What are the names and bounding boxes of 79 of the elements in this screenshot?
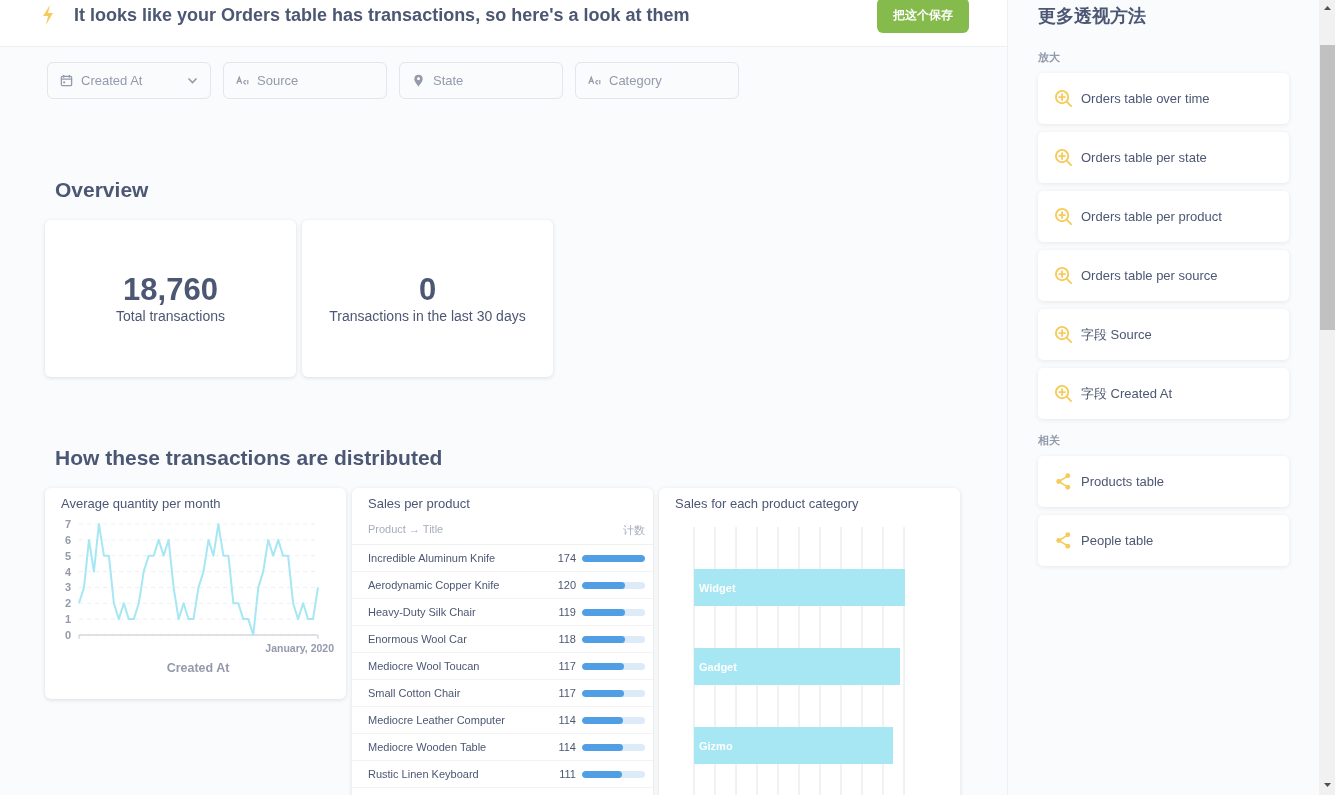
item-label: People table xyxy=(1081,533,1154,548)
text-type-icon xyxy=(588,74,601,87)
stat-value: 0 xyxy=(418,273,437,308)
item-label: Orders table per product xyxy=(1081,209,1222,224)
table-cell-text: 114 xyxy=(557,714,576,726)
page-title: It looks like your Orders table has transactions, so here's a look at them xyxy=(74,4,691,26)
filter-label: Source xyxy=(257,73,300,88)
table-cell-text: Mediocre Wool Toucan xyxy=(368,660,481,672)
suggestion-item[interactable]: Orders table per state xyxy=(1038,132,1289,183)
chart-title: Sales for each product category xyxy=(674,495,860,513)
item-label: Orders table per source xyxy=(1081,268,1218,283)
item-label: 字段 Source xyxy=(1081,325,1152,344)
table-cell-text: 118 xyxy=(557,633,576,645)
axis-tick-label: 4 xyxy=(64,565,71,578)
bar-label: Gadget xyxy=(699,661,737,673)
item-label: Orders table over time xyxy=(1081,91,1210,106)
zoom-in-icon xyxy=(1054,207,1073,226)
suggestion-item[interactable]: Products table xyxy=(1038,456,1289,507)
axis-title: Created At xyxy=(166,661,230,675)
section-heading: How these transactions are distributed xyxy=(54,445,444,471)
suggestion-item[interactable]: Orders table per product xyxy=(1038,191,1289,242)
suggestion-item[interactable]: People table xyxy=(1038,515,1289,566)
chart-title: Sales per product xyxy=(367,495,471,513)
share-icon xyxy=(1054,531,1073,550)
suggestion-item[interactable]: Orders table over time xyxy=(1038,73,1289,124)
zoom-in-icon xyxy=(1054,148,1073,167)
item-label: 字段 Created At xyxy=(1081,384,1173,403)
chevron-down-icon xyxy=(187,75,198,86)
suggestion-item[interactable]: 字段 Source xyxy=(1038,309,1289,360)
location-pin-icon xyxy=(412,74,425,87)
share-icon xyxy=(1054,472,1073,491)
table-cell-text: Aerodynamic Copper Knife xyxy=(368,579,501,591)
table-cell-text: 117 xyxy=(557,660,576,672)
filter-label: Created At xyxy=(81,73,144,88)
section-label: 放大 xyxy=(1038,50,1061,65)
zoom-in-icon xyxy=(1054,384,1073,403)
table-cell-text: 120 xyxy=(556,579,576,591)
axis-tick-label: 2 xyxy=(64,597,71,610)
calendar-icon xyxy=(60,74,73,87)
suggestion-item[interactable]: 字段 Created At xyxy=(1038,368,1289,419)
chart-title: Average quantity per month xyxy=(60,495,222,513)
axis-tick-label: 7 xyxy=(64,518,71,530)
scrollbar[interactable] xyxy=(1319,0,1335,795)
zoom-in-icon xyxy=(1054,266,1073,285)
lightning-icon xyxy=(40,4,56,26)
zoom-in-icon xyxy=(1054,325,1073,344)
axis-end-label: January, 2020 xyxy=(265,642,334,654)
axis-tick-label: 6 xyxy=(64,533,71,546)
filter-label: Category xyxy=(609,73,663,88)
bar-label: Widget xyxy=(699,582,736,594)
item-label: Orders table per state xyxy=(1081,150,1207,165)
table-cell-text: Heavy-Duty Silk Chair xyxy=(368,606,477,618)
suggestion-item[interactable]: Orders table per source xyxy=(1038,250,1289,301)
table-cell-text: Mediocre Leather Computer xyxy=(368,714,506,726)
table-cell-text: Small Cotton Chair xyxy=(368,687,462,699)
bar-label: Gizmo xyxy=(699,740,733,752)
zoom-in-icon xyxy=(1054,89,1073,108)
table-cell-text: Incredible Aluminum Knife xyxy=(368,552,497,564)
table-cell-text: Enormous Wool Car xyxy=(368,633,468,645)
table-cell-text: Mediocre Wooden Table xyxy=(368,741,488,753)
text-type-icon xyxy=(236,74,249,87)
axis-tick-label: 5 xyxy=(64,549,71,562)
sidebar-title: 更多透视方法 xyxy=(1038,5,1147,28)
table-cell-text: Rustic Linen Keyboard xyxy=(368,768,480,780)
table-cell-text: 111 xyxy=(558,768,576,780)
table-cell-text: 174 xyxy=(556,552,576,564)
axis-tick-label: 1 xyxy=(64,613,71,626)
table-cell-text: 117 xyxy=(557,687,576,699)
section-heading: Overview xyxy=(54,177,150,203)
axis-tick-label: 0 xyxy=(64,629,71,641)
table-cell-text: 114 xyxy=(557,741,576,753)
stat-value: 18,760 xyxy=(123,273,218,308)
stat-label: Total transactions xyxy=(116,307,225,324)
section-label: 相关 xyxy=(1038,433,1061,448)
table-cell-text: 119 xyxy=(557,606,576,618)
stat-label: Transactions in the last 30 days xyxy=(329,307,526,324)
item-label: Products table xyxy=(1081,474,1165,489)
filter-label: State xyxy=(433,73,465,88)
axis-tick-label: 3 xyxy=(64,581,71,594)
